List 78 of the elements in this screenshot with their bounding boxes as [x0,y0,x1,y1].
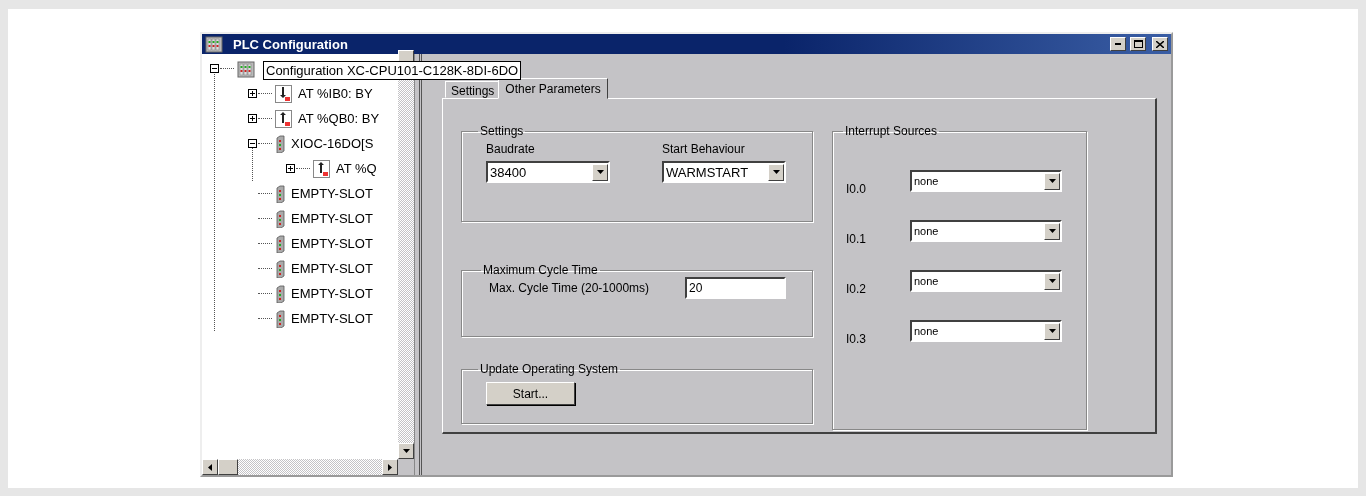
plus-icon [249,90,256,97]
tree-node-label[interactable]: EMPTY-SLOT [291,236,373,251]
caret-left-icon [208,463,212,471]
scroll-left-button[interactable] [202,459,218,475]
caret-down-icon [596,170,604,174]
scroll-down-button[interactable] [398,443,414,459]
group-title: Update Operating System [479,362,620,376]
io-module-icon [275,134,285,153]
tree-node-label[interactable]: EMPTY-SLOT [291,261,373,276]
dropdown-arrow-button[interactable] [1044,222,1060,240]
minimize-button[interactable] [1110,37,1126,51]
dropdown-arrow-button[interactable] [768,163,784,181]
dropdown[interactable]: WARMSTART [662,161,786,183]
scrollbar-thumb[interactable] [218,459,238,475]
dropdown-arrow-button[interactable] [1044,272,1060,290]
horizontal-scrollbar[interactable] [202,459,398,475]
dropdown[interactable]: none [910,270,1062,292]
tree-node-label[interactable]: AT %Q [336,161,377,176]
field-label: Max. Cycle Time (20-1000ms) [489,281,650,295]
dropdown-arrow-button[interactable] [592,163,608,181]
group-title: Settings [479,124,525,138]
caret-down-icon [1048,279,1056,283]
input-field[interactable]: 20 [685,277,787,299]
tab[interactable]: Other Parameters [498,78,608,99]
caret-right-icon [388,463,392,471]
field-label: I0.2 [846,282,867,296]
io-module-icon [275,209,285,228]
field-label: I0.0 [846,182,867,196]
close-icon [1156,40,1164,48]
dropdown-arrow-button[interactable] [1044,322,1060,340]
caret-down-icon [1048,229,1056,233]
tab[interactable]: Settings [445,81,501,98]
tree-node-tooltip: Configuration XC-CPU101-C128K-8DI-6DO [263,61,522,80]
plc-rack-icon [237,59,255,78]
tree-node-label[interactable]: AT %IB0: BY [298,86,373,101]
expand-icon[interactable] [248,114,257,123]
group-title: Interrupt Sources [844,124,939,138]
io-module-icon [275,259,285,278]
io-module-icon [275,284,285,303]
io-module-icon [275,309,285,328]
collapse-icon[interactable] [248,139,257,148]
minus-icon [249,140,256,147]
plc-rack-icon [205,35,223,53]
minus-icon [211,65,218,72]
field-label: I0.3 [846,332,867,346]
start-button[interactable]: Start... [486,382,575,405]
dropdown[interactable]: none [910,170,1062,192]
dropdown[interactable]: none [910,320,1062,342]
group-title: Maximum Cycle Time [482,263,599,277]
caret-down-icon [772,170,780,174]
tree-node-label[interactable]: EMPTY-SLOT [291,211,373,226]
plus-icon [287,165,294,172]
dropdown-arrow-button[interactable] [1044,172,1060,190]
expand-icon[interactable] [286,164,295,173]
maximize-button[interactable] [1130,37,1146,51]
io-module-icon [275,184,285,203]
close-button[interactable] [1152,37,1168,51]
expand-icon[interactable] [248,89,257,98]
minimize-icon [1115,43,1121,45]
field-label: I0.1 [846,232,867,246]
maximize-icon [1133,40,1143,48]
window-title: PLC Configuration [233,36,349,52]
caret-down-icon [1048,329,1056,333]
tree-node-label[interactable]: EMPTY-SLOT [291,286,373,301]
caret-down-icon [1048,179,1056,183]
field-label: Baudrate [486,142,536,156]
io-module-icon [275,234,285,253]
scroll-right-button[interactable] [382,459,398,475]
dropdown[interactable]: none [910,220,1062,242]
dropdown[interactable]: 38400 [486,161,610,183]
tree-node-label[interactable]: EMPTY-SLOT [291,311,373,326]
field-label: Start Behaviour [662,142,746,156]
caret-down-icon [402,449,410,453]
tree-node-label[interactable]: AT %QB0: BY [298,111,380,126]
plus-icon [249,115,256,122]
tree-node-label[interactable]: EMPTY-SLOT [291,186,373,201]
collapse-icon[interactable] [210,64,219,73]
tree-node-label[interactable]: XIOC-16DO[S [291,136,374,151]
